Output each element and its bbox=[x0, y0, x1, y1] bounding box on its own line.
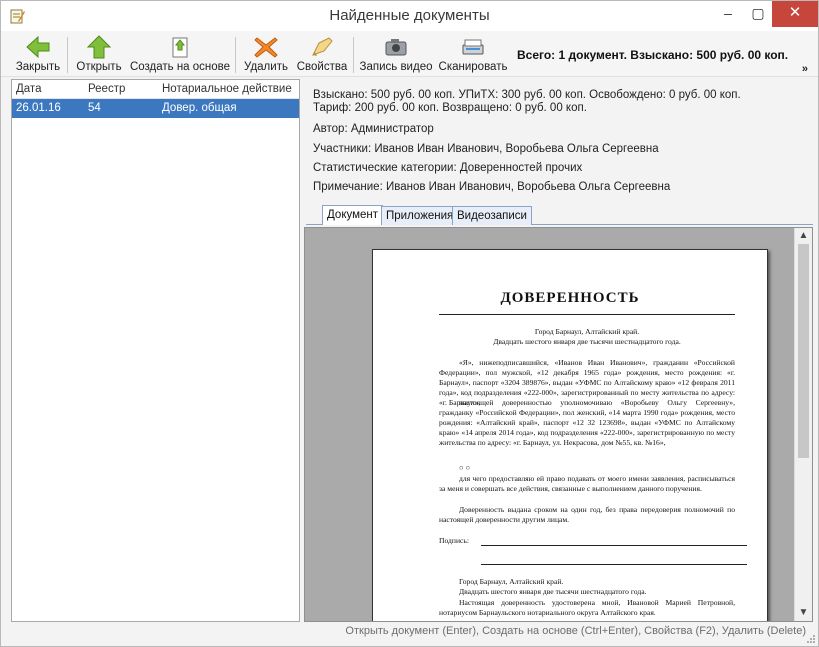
main-window: Найденные документы – ▢ ✕ Закрыть Открыт… bbox=[0, 0, 819, 647]
column-header-date[interactable]: Дата bbox=[16, 83, 41, 95]
list-header: Дата Реестр Нотариальное действие bbox=[12, 80, 299, 99]
tab-strip: Документ Приложения Видеозаписи bbox=[306, 203, 813, 225]
create-based-on-button[interactable]: Создать на основе bbox=[129, 35, 231, 75]
signature-line bbox=[481, 545, 747, 546]
doc-para-3: для чего предоставляю ей право подавать … bbox=[439, 474, 735, 493]
categories-line: Статистические категории: Доверенностей … bbox=[313, 162, 583, 174]
scroll-thumb[interactable] bbox=[798, 244, 809, 458]
document-page: ДОВЕРЕННОСТЬ Город Барнаул, Алтайский кр… bbox=[372, 249, 768, 621]
row-action: Довер. общая bbox=[162, 102, 237, 114]
note-line: Примечание: Иванов Иван Иванович, Воробь… bbox=[313, 181, 671, 193]
tab-videos[interactable]: Видеозаписи bbox=[452, 206, 532, 225]
doc-city-2: Город Барнаул, Алтайский край. bbox=[459, 577, 564, 586]
title-bar: Найденные документы – ▢ ✕ bbox=[1, 1, 818, 31]
tab-attachments[interactable]: Приложения bbox=[381, 206, 459, 225]
vertical-scrollbar[interactable]: ▲ ▼ bbox=[794, 228, 812, 621]
status-bar-hint: Открыть документ (Enter), Создать на осн… bbox=[345, 625, 806, 637]
doc-para-4: Доверенность выдана сроком на один год, … bbox=[439, 505, 735, 524]
camera-icon bbox=[385, 39, 407, 56]
scroll-down-arrow-icon[interactable]: ▼ bbox=[795, 605, 812, 621]
close-window-button[interactable]: ✕ bbox=[772, 1, 818, 27]
record-video-button[interactable]: Запись видео bbox=[359, 35, 433, 75]
tab-document[interactable]: Документ bbox=[322, 205, 384, 225]
toolbar-separator bbox=[235, 37, 236, 73]
minimize-button[interactable]: – bbox=[713, 1, 743, 27]
doc-city: Город Барнаул, Алтайский край. bbox=[534, 327, 640, 336]
document-title: ДОВЕРЕННОСТЬ bbox=[500, 290, 640, 306]
column-header-action[interactable]: Нотариальное действие bbox=[162, 83, 292, 95]
doc-marks: ○ ○ bbox=[459, 463, 471, 472]
title-rule bbox=[439, 314, 735, 315]
list-row-selected[interactable]: 26.01.16 54 Довер. общая bbox=[12, 99, 299, 118]
resize-grip-icon[interactable] bbox=[806, 634, 816, 644]
arrow-up-icon bbox=[86, 35, 112, 59]
documents-list: Дата Реестр Нотариальное действие 26.01.… bbox=[11, 79, 300, 622]
scanner-icon bbox=[462, 39, 484, 55]
amounts-line: Взыскано: 500 руб. 00 коп. УПиТХ: 300 ру… bbox=[313, 89, 741, 101]
scan-button[interactable]: Сканировать bbox=[437, 35, 509, 75]
maximize-button[interactable]: ▢ bbox=[743, 1, 773, 27]
row-registry: 54 bbox=[88, 102, 101, 114]
close-button[interactable]: Закрыть bbox=[13, 35, 63, 75]
column-header-registry[interactable]: Реестр bbox=[88, 83, 125, 95]
signature-line-2 bbox=[481, 564, 747, 565]
doc-para-2: настоящей доверенностью уполномочиваю «В… bbox=[439, 398, 735, 447]
toolbar-separator bbox=[353, 37, 354, 73]
properties-button[interactable]: Свойства bbox=[295, 35, 349, 75]
delete-button[interactable]: Удалить bbox=[241, 35, 291, 75]
document-preview[interactable]: ДОВЕРЕННОСТЬ Город Барнаул, Алтайский кр… bbox=[304, 227, 813, 622]
scroll-up-arrow-icon[interactable]: ▲ bbox=[795, 228, 812, 244]
window-title: Найденные документы bbox=[329, 7, 490, 24]
summary-text: Всего: 1 документ. Взыскано: 500 руб. 00… bbox=[517, 48, 789, 62]
participants-line: Участники: Иванов Иван Иванович, Воробье… bbox=[313, 143, 659, 155]
delete-cross-icon bbox=[254, 37, 278, 58]
doc-date: Двадцать шестого января две тысячи шестн… bbox=[493, 337, 681, 346]
open-button[interactable]: Открыть bbox=[73, 35, 125, 75]
arrow-left-icon bbox=[26, 35, 50, 59]
doc-date-2: Двадцать шестого января две тысячи шестн… bbox=[459, 587, 647, 596]
author-line: Автор: Администратор bbox=[313, 123, 434, 135]
row-date: 26.01.16 bbox=[16, 102, 61, 114]
toolbar-overflow-button[interactable]: » bbox=[802, 63, 808, 75]
new-document-icon bbox=[172, 37, 188, 58]
properties-hand-icon bbox=[311, 37, 333, 56]
toolbar-separator bbox=[67, 37, 68, 73]
doc-para-5: Настоящая доверенность удостоверена мной… bbox=[439, 598, 735, 617]
tariff-line: Тариф: 200 руб. 00 коп. Возвращено: 0 ру… bbox=[313, 102, 587, 114]
